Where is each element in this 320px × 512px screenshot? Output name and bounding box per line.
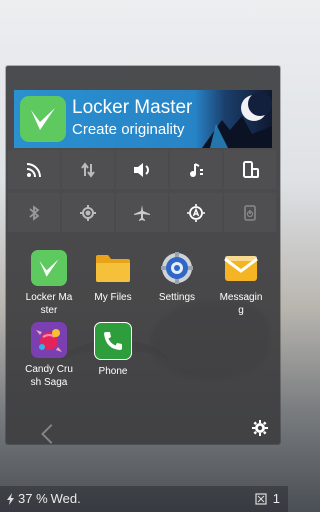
toggle-mobile-data[interactable]	[62, 150, 114, 189]
airplane-icon	[134, 204, 150, 221]
app-label: Settings	[158, 292, 196, 303]
locker-master-logo-icon	[20, 96, 66, 142]
app-label: My Files	[94, 292, 132, 303]
data-transfer-icon	[81, 161, 95, 178]
rotate-phone-icon	[243, 160, 259, 178]
toggle-auto-rotate[interactable]	[224, 150, 276, 189]
toggle-wifi[interactable]	[8, 150, 60, 189]
auto-brightness-icon	[187, 203, 205, 222]
battery-level: 37 %	[18, 491, 48, 506]
settings-gear-icon	[159, 250, 195, 286]
folder-icon	[95, 250, 131, 286]
ringtone-icon	[190, 162, 203, 177]
app-settings[interactable]: Settings	[146, 250, 208, 304]
app-label: Candy Cru sh Saga	[25, 364, 73, 388]
wifi-icon	[26, 162, 41, 177]
app-locker-master[interactable]: Locker Ma ster	[18, 250, 80, 317]
moon-night-art-icon	[202, 92, 272, 148]
toggle-power[interactable]	[224, 193, 276, 232]
bottom-status-bar: 37 % Wed. 1	[0, 486, 288, 512]
banner-subtitle: Create originality	[72, 121, 185, 138]
locker-master-icon	[31, 250, 67, 286]
notification-count: 1	[272, 491, 280, 506]
banner-title: Locker Master	[72, 97, 193, 118]
toggle-bluetooth[interactable]	[8, 193, 60, 232]
gps-icon	[80, 204, 96, 221]
bluetooth-icon	[29, 204, 40, 221]
quick-panel: Locker Master Create originality Locker …	[6, 66, 280, 444]
toggle-auto-brightness[interactable]	[170, 193, 222, 232]
locker-master-banner[interactable]: Locker Master Create originality	[14, 90, 272, 148]
toggle-gps[interactable]	[62, 193, 114, 232]
panel-settings-gear-icon[interactable]	[252, 420, 268, 436]
notification-box-icon	[255, 492, 267, 505]
toggle-airplane[interactable]	[116, 193, 168, 232]
app-messaging[interactable]: Messagin g	[210, 250, 272, 317]
volume-icon	[134, 162, 149, 177]
app-label: Messagin g	[219, 292, 263, 316]
phone-icon	[94, 322, 132, 360]
battery-status: 37 % Wed.	[6, 491, 81, 506]
message-icon	[223, 250, 259, 286]
candy-crush-icon	[31, 322, 67, 358]
notification-status[interactable]: 1	[255, 491, 280, 506]
toggle-ringtone[interactable]	[170, 150, 222, 189]
app-label: Locker Ma ster	[25, 292, 73, 316]
app-my-files[interactable]: My Files	[82, 250, 144, 304]
app-label: Phone	[98, 366, 128, 377]
toggle-volume[interactable]	[116, 150, 168, 189]
lightning-icon	[7, 492, 14, 505]
quick-toggles	[8, 150, 278, 232]
power-icon	[244, 204, 256, 221]
app-candy-crush[interactable]: Candy Cru sh Saga	[18, 322, 80, 389]
app-phone[interactable]: Phone	[82, 322, 144, 378]
day-of-week: Wed.	[50, 491, 81, 506]
